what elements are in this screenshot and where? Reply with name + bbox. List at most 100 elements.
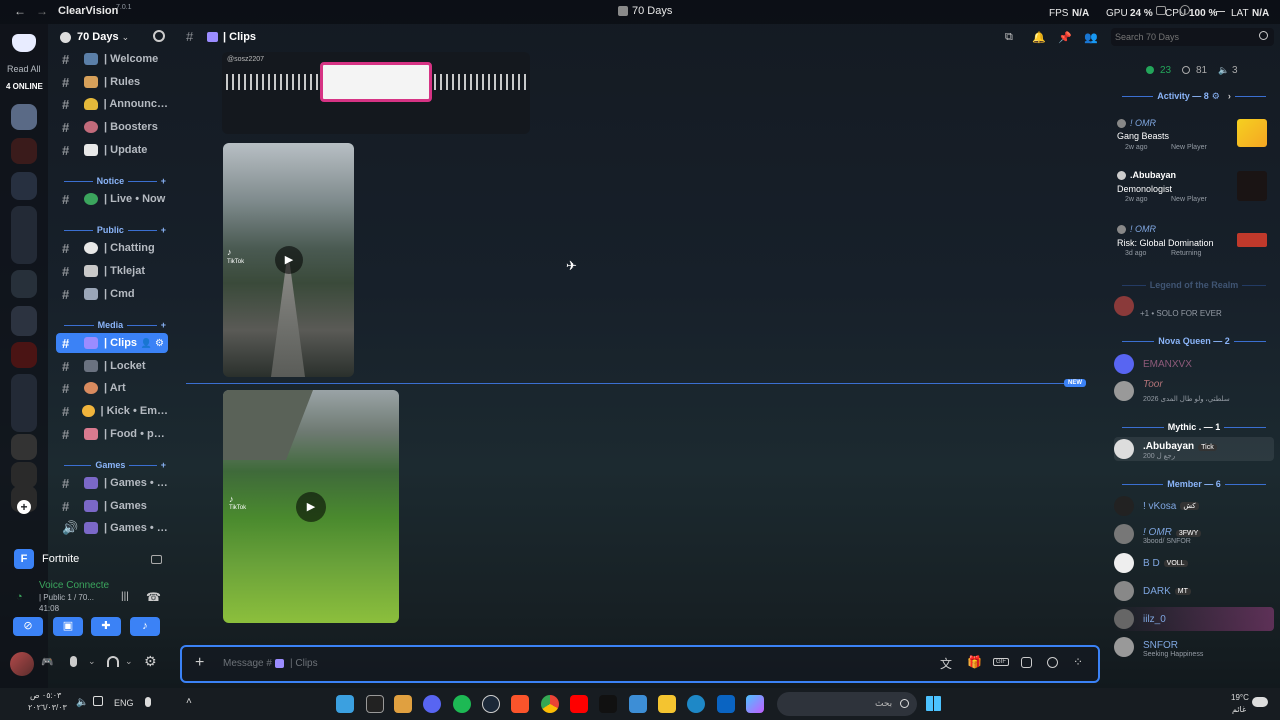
- channel-food[interactable]: # | Food • p…: [56, 424, 168, 444]
- gear-icon[interactable]: ⚙: [155, 338, 164, 349]
- gif-icon[interactable]: GIF: [993, 658, 1009, 666]
- taskbar-search[interactable]: بحث: [777, 692, 917, 716]
- audio-message[interactable]: @sosz2207: [222, 52, 530, 134]
- category-media[interactable]: Media +: [60, 318, 166, 332]
- member-item[interactable]: Toor سلطتي، ولو طال المدى 2026: [1114, 379, 1274, 403]
- widgets-icon[interactable]: [336, 695, 354, 713]
- add-channel-icon[interactable]: +: [161, 225, 166, 235]
- server-folder-icon[interactable]: [11, 206, 37, 264]
- channel-locket[interactable]: # | Locket: [56, 356, 168, 376]
- chevron-right-icon[interactable]: ›: [1228, 91, 1231, 101]
- member-item[interactable]: SNFOR Seeking Happiness: [1114, 635, 1274, 659]
- back-arrow-icon[interactable]: ←: [14, 4, 26, 18]
- translate-icon[interactable]: 文: [940, 655, 952, 672]
- add-channel-icon[interactable]: +: [161, 176, 166, 186]
- category-notice[interactable]: Notice +: [60, 174, 166, 188]
- member-item[interactable]: iilz_0: [1114, 607, 1274, 631]
- app-icon[interactable]: [394, 695, 412, 713]
- channel-announcements[interactable]: # | Announc…: [56, 94, 168, 114]
- windows-start-icon[interactable]: [926, 696, 941, 711]
- soundboard-button[interactable]: ♪: [130, 617, 160, 636]
- apps-icon[interactable]: ⁘: [1073, 655, 1083, 669]
- member-item[interactable]: .Abubayan Tick رجع ل 200: [1114, 437, 1274, 461]
- steam-icon[interactable]: [482, 695, 500, 713]
- play-icon[interactable]: ▶: [296, 492, 326, 522]
- channel-clips[interactable]: # | Clips 👤 ⚙: [56, 333, 168, 353]
- search-box[interactable]: [1111, 28, 1274, 46]
- minimize-icon[interactable]: [1216, 11, 1225, 12]
- pin-icon[interactable]: 📌: [1058, 31, 1072, 44]
- voice-channel-name[interactable]: | Public 1 / 70...: [39, 593, 115, 602]
- video-attachment[interactable]: ♪ TikTok ▶: [223, 143, 354, 377]
- activities-button[interactable]: ✚: [91, 617, 121, 636]
- video-attachment[interactable]: ♪ TikTok ▶: [223, 390, 399, 623]
- server-folder-icon[interactable]: [11, 374, 37, 432]
- invite-icon[interactable]: 👤: [141, 338, 152, 349]
- channel-tklejat[interactable]: # | Tklejat: [56, 261, 168, 281]
- read-all-button[interactable]: Read All: [7, 64, 41, 74]
- add-channel-icon[interactable]: +: [161, 320, 166, 330]
- channel-games-2[interactable]: # | Games: [56, 496, 168, 516]
- copilot-icon[interactable]: [746, 695, 764, 713]
- server-folder-icon[interactable]: [11, 270, 37, 298]
- language-indicator[interactable]: ENG: [114, 698, 134, 708]
- screen-share-icon[interactable]: [151, 554, 162, 564]
- channel-boosters[interactable]: # | Boosters: [56, 117, 168, 137]
- chevron-down-icon[interactable]: ⌄: [125, 656, 133, 667]
- member-list-icon[interactable]: 👥: [1084, 31, 1098, 44]
- mic-icon[interactable]: [145, 697, 151, 707]
- camera-off-button[interactable]: ⊘: [13, 617, 43, 636]
- screen-share-button[interactable]: ▣: [53, 617, 83, 636]
- channel-games-1[interactable]: # | Games • …: [56, 473, 168, 493]
- activity-card[interactable]: ! OMR Gang Beasts 2w ago New Player: [1115, 115, 1271, 155]
- message-composer[interactable]: + Message # | Clips 文 🎁 GIF ⁘: [180, 645, 1100, 683]
- tray-chevron-up-icon[interactable]: ˄: [186, 696, 192, 707]
- member-item[interactable]: ! OMR 3FWY 3bood/ SNFOR: [1114, 522, 1274, 546]
- member-item[interactable]: EMANXVX: [1114, 352, 1274, 376]
- add-server-icon[interactable]: +: [17, 500, 31, 514]
- microphone-icon[interactable]: [70, 656, 77, 667]
- tiktok-app-icon[interactable]: [599, 695, 617, 713]
- upload-plus-icon[interactable]: +: [195, 654, 204, 672]
- gamepad-icon[interactable]: 🎮: [41, 657, 53, 668]
- chevron-down-icon[interactable]: ⌄: [88, 656, 96, 667]
- discord-icon[interactable]: [423, 695, 441, 713]
- server-icon[interactable]: [11, 138, 37, 164]
- epic-games-icon[interactable]: [366, 695, 384, 713]
- member-item[interactable]: ! vKosa كش: [1114, 494, 1274, 518]
- outlook-icon[interactable]: [717, 695, 735, 713]
- sticker-icon[interactable]: [1021, 657, 1032, 668]
- discord-home-icon[interactable]: [12, 34, 36, 52]
- forward-arrow-icon[interactable]: →: [36, 4, 48, 18]
- server-icon-active[interactable]: [11, 104, 37, 130]
- server-icon[interactable]: [11, 462, 37, 488]
- activity-header[interactable]: Activity — 8 ⚙ ›: [1118, 90, 1270, 102]
- category-games[interactable]: Games +: [60, 458, 166, 472]
- channel-rules[interactable]: # | Rules: [56, 72, 168, 92]
- settings-gear-icon[interactable]: ⚙: [144, 653, 157, 670]
- channel-welcome[interactable]: # | Welcome: [56, 49, 168, 69]
- chrome-icon[interactable]: [541, 695, 559, 713]
- server-icon[interactable]: [11, 342, 37, 368]
- headphones-icon[interactable]: [107, 656, 119, 667]
- category-public[interactable]: Public +: [60, 223, 166, 237]
- threads-icon[interactable]: ⧉: [1005, 31, 1013, 44]
- emoji-icon[interactable]: [1047, 657, 1058, 668]
- disconnect-icon[interactable]: ☎: [146, 590, 161, 604]
- invite-people-icon[interactable]: [153, 30, 165, 42]
- activity-card[interactable]: .Abubayan Demonologist 2w ago New Player: [1115, 167, 1271, 207]
- member-item[interactable]: DARK MT: [1114, 579, 1274, 603]
- server-folder-icon[interactable]: [11, 172, 37, 200]
- youtube-icon[interactable]: [570, 695, 588, 713]
- server-icon[interactable]: [11, 434, 37, 460]
- add-channel-icon[interactable]: +: [161, 460, 166, 470]
- spotify-icon[interactable]: [453, 695, 471, 713]
- bell-icon[interactable]: 🔔: [1032, 31, 1046, 44]
- member-item[interactable]: B D VOLL: [1114, 551, 1274, 575]
- channel-update[interactable]: # | Update: [56, 140, 168, 160]
- activity-card[interactable]: ! OMR Risk: Global Domination 3d ago Ret…: [1115, 221, 1271, 261]
- avatar[interactable]: [10, 652, 34, 676]
- member-item[interactable]: +1 • SOLO FOR EVER: [1114, 294, 1274, 318]
- channel-art[interactable]: # | Art: [56, 378, 168, 398]
- noise-suppression-icon[interactable]: |||: [121, 591, 129, 602]
